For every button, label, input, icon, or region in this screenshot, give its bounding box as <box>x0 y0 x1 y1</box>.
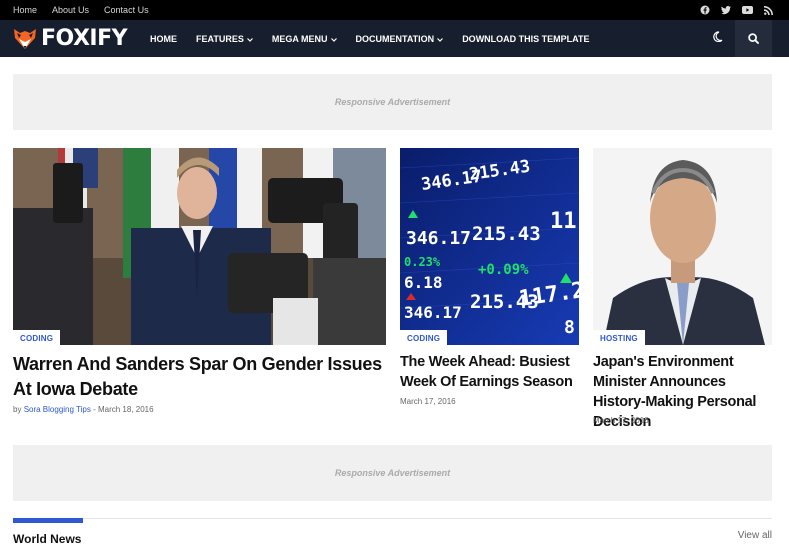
featured-meta-1: by Sora Blogging Tips - March 18, 2016 <box>13 405 154 414</box>
top-link-contact[interactable]: Contact Us <box>104 5 149 15</box>
search-icon <box>748 33 759 44</box>
nav-label: FEATURES <box>196 33 244 44</box>
top-advertisement[interactable]: Responsive Advertisement <box>13 74 772 130</box>
featured-meta-2: March 17, 2016 <box>400 397 456 406</box>
chevron-down-icon <box>246 34 253 44</box>
section-divider <box>13 518 772 519</box>
top-link-home[interactable]: Home <box>13 5 37 15</box>
nav-features[interactable]: FEATURES <box>196 34 253 44</box>
meta-author[interactable]: Sora Blogging Tips <box>24 405 91 414</box>
chevron-down-icon <box>330 34 337 44</box>
category-badge-1[interactable]: CODING <box>13 330 61 346</box>
ticker-number: 6.18 <box>404 273 443 292</box>
chevron-down-icon <box>437 34 444 44</box>
featured-image-3[interactable] <box>593 148 772 345</box>
category-badge-2[interactable]: CODING <box>400 330 448 346</box>
facebook-icon[interactable] <box>700 5 710 15</box>
ticker-percent: +0.09% <box>478 262 529 278</box>
meta-separator: - <box>90 405 98 414</box>
ticker-number: 8 <box>564 317 575 338</box>
nav-label: DOCUMENTATION <box>355 33 435 44</box>
ad-label: Responsive Advertisement <box>334 97 451 107</box>
rss-icon[interactable] <box>764 5 773 15</box>
featured-title-2[interactable]: The Week Ahead: Busiest Week Of Earnings… <box>400 352 579 392</box>
nav-mega-menu[interactable]: MEGA MENU <box>272 34 337 44</box>
main-header: FOXIFY HOME FEATURES MEGA MENU DOCUMENTA… <box>0 20 789 57</box>
twitter-icon[interactable] <box>721 5 731 15</box>
nav-label: MEGA MENU <box>271 33 328 44</box>
nav-documentation[interactable]: DOCUMENTATION <box>356 34 444 44</box>
nav-home[interactable]: HOME <box>150 34 177 44</box>
ticker-number: 346.17 <box>404 303 462 322</box>
meta-date: March 17, 2016 <box>400 397 456 406</box>
ticker-number: 346.17 <box>406 228 471 249</box>
social-icons <box>700 0 773 20</box>
ticker-number: 215.43 <box>470 291 539 313</box>
category-badge-3[interactable]: HOSTING <box>593 330 645 346</box>
featured-image-2[interactable]: 346.17 215.43 117.23 346.17 215.43 11 6.… <box>400 148 579 345</box>
section-accent-bar <box>13 518 83 523</box>
section-title: World News <box>13 532 82 546</box>
search-button[interactable] <box>735 20 772 57</box>
moon-icon[interactable] <box>712 31 723 42</box>
top-links: Home About Us Contact Us <box>13 0 149 20</box>
nav-label: HOME <box>150 33 177 44</box>
ticker-number: 215.43 <box>472 223 541 245</box>
featured-title-1[interactable]: Warren And Sanders Spar On Gender Issues… <box>13 352 386 402</box>
fox-logo-icon <box>14 28 36 49</box>
ticker-percent: 0.23% <box>404 255 441 269</box>
meta-date: March 17, 2016 <box>593 416 649 425</box>
ad-label: Responsive Advertisement <box>334 468 451 478</box>
view-all-link[interactable]: View all <box>738 530 772 541</box>
featured-image-1[interactable] <box>13 148 386 345</box>
main-nav: HOME FEATURES MEGA MENU DOCUMENTATION DO… <box>150 20 609 57</box>
top-link-about[interactable]: About Us <box>52 5 89 15</box>
meta-by: by <box>13 405 22 414</box>
top-bar: Home About Us Contact Us <box>0 0 789 20</box>
nav-label: DOWNLOAD THIS TEMPLATE <box>462 33 590 44</box>
meta-date: March 18, 2016 <box>97 405 154 414</box>
site-logo[interactable]: FOXIFY <box>13 26 128 51</box>
featured-meta-3: March 17, 2016 <box>593 416 649 425</box>
middle-advertisement[interactable]: Responsive Advertisement <box>13 445 772 501</box>
youtube-icon[interactable] <box>742 6 753 14</box>
logo-text: FOXIFY <box>41 26 128 51</box>
ticker-number: 11 <box>550 209 577 234</box>
nav-download-template[interactable]: DOWNLOAD THIS TEMPLATE <box>462 34 589 44</box>
